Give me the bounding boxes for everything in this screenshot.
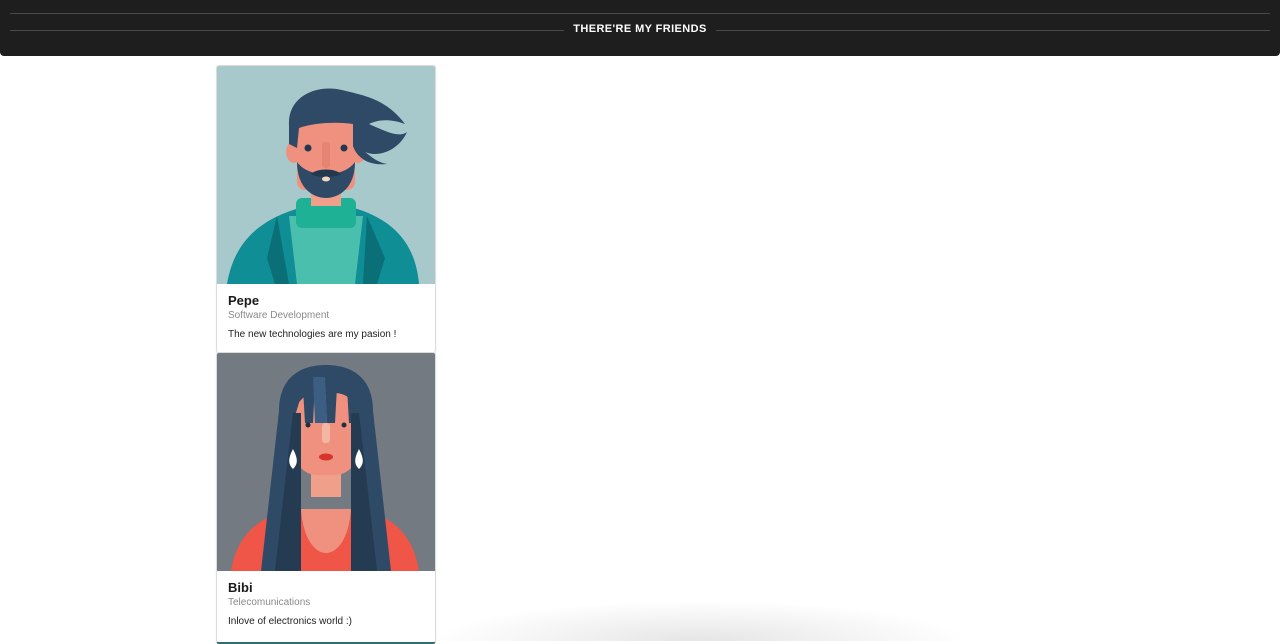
friend-role: Telecomunications xyxy=(228,597,311,608)
woman-avatar-icon xyxy=(217,353,435,571)
friend-card-body: Bibi Telecomunications Inlove of electro… xyxy=(217,571,435,638)
friend-description: The new technologies are my pasion ! xyxy=(228,329,397,340)
header-divider-top xyxy=(10,13,1270,14)
page-header: THERE'RE MY FRIENDS xyxy=(0,0,1280,56)
man-avatar-icon xyxy=(217,66,435,284)
friend-card[interactable]: Bibi Telecomunications Inlove of electro… xyxy=(216,352,436,644)
friend-description: Inlove of electronics world :) xyxy=(228,616,352,627)
friend-card[interactable]: Pepe Software Development The new techno… xyxy=(216,65,436,353)
friend-card-body: Pepe Software Development The new techno… xyxy=(217,284,435,351)
page-title: THERE'RE MY FRIENDS xyxy=(573,23,707,35)
friend-name: Bibi xyxy=(228,580,253,595)
bottom-shadow xyxy=(430,600,970,641)
friend-name: Pepe xyxy=(228,293,260,308)
friend-role: Software Development xyxy=(228,310,330,321)
